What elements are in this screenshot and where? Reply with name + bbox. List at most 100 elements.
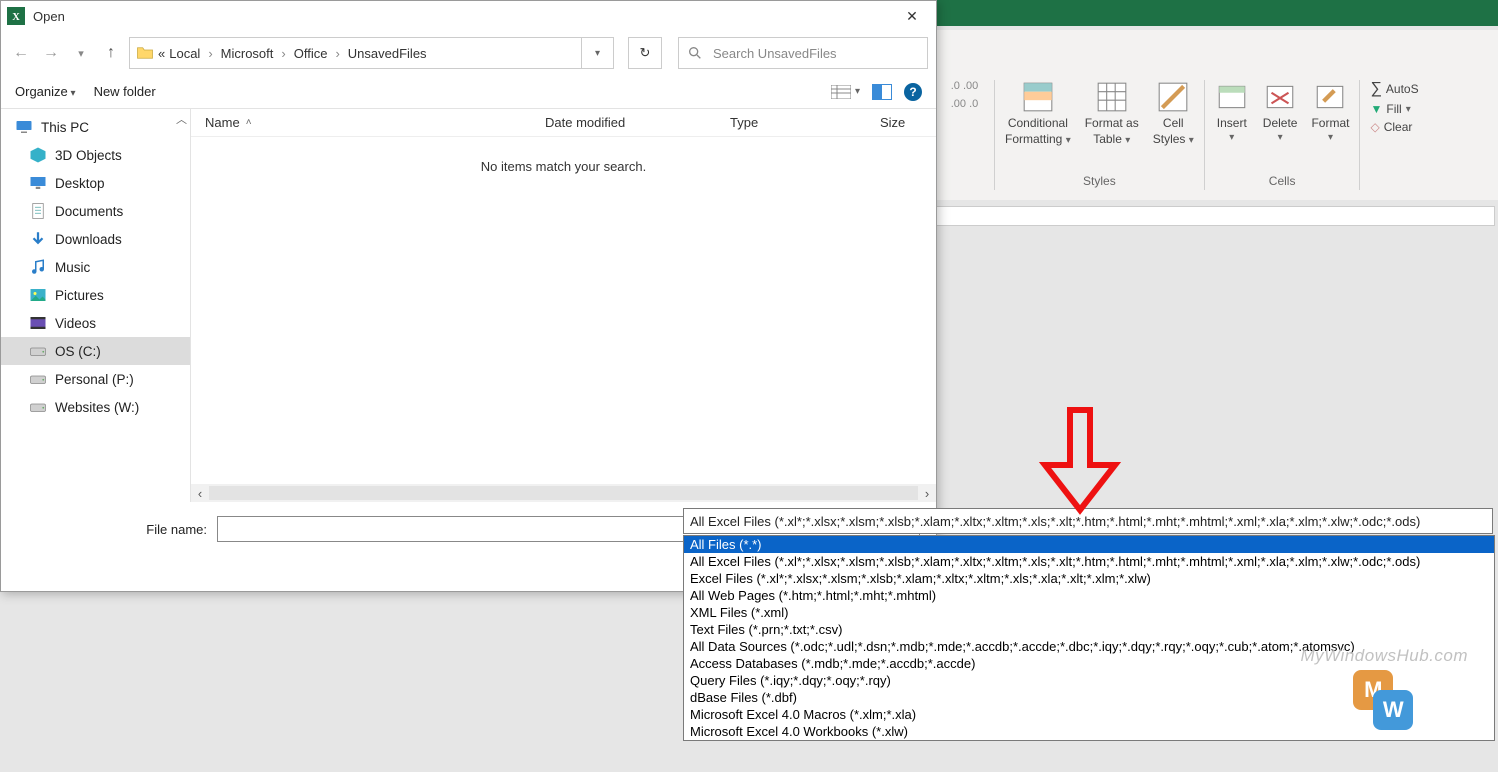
crumb-office[interactable]: Office — [294, 46, 328, 61]
watermark-logo: MW — [1353, 670, 1415, 732]
filetype-option[interactable]: Text Files (*.prn;*.txt;*.csv) — [684, 621, 1494, 638]
excel-icon: X — [7, 7, 25, 25]
nav-up-button[interactable]: ↑ — [99, 44, 123, 62]
filetype-option[interactable]: All Files (*.*) — [684, 536, 1494, 553]
crumb-microsoft[interactable]: Microsoft — [221, 46, 274, 61]
crumb-local[interactable]: Local — [169, 46, 200, 61]
conditional-formatting-button[interactable]: ConditionalFormatting ▾ — [1005, 80, 1071, 146]
chevron-right-icon: › — [277, 46, 289, 61]
tree-scroll-up[interactable]: ︿ — [176, 111, 188, 127]
fill-button[interactable]: ▼Fill ▾ — [1370, 102, 1418, 116]
crumb-unsavedfiles[interactable]: UnsavedFiles — [348, 46, 427, 61]
watermark-text: MyWindowsHub.com — [1301, 646, 1469, 666]
cube-icon — [29, 146, 47, 164]
tree-item-label: Videos — [55, 316, 96, 331]
scroll-track[interactable] — [209, 486, 918, 500]
tree-item-label: Pictures — [55, 288, 104, 303]
search-input[interactable]: Search UnsavedFiles — [678, 37, 928, 69]
horizontal-scrollbar[interactable]: ‹ › — [191, 484, 936, 502]
col-name[interactable]: Name — [205, 115, 240, 130]
tree-item-label: This PC — [41, 120, 89, 135]
breadcrumb[interactable]: « Local›Microsoft›Office›UnsavedFiles — [129, 37, 582, 69]
scroll-right-button[interactable]: › — [918, 486, 936, 501]
organize-button[interactable]: Organize — [15, 84, 76, 99]
filetype-option[interactable]: Excel Files (*.xl*;*.xlsx;*.xlsm;*.xlsb;… — [684, 570, 1494, 587]
tree-item-downloads[interactable]: Downloads — [1, 225, 190, 253]
col-type[interactable]: Type — [716, 115, 866, 130]
col-size[interactable]: Size — [866, 115, 936, 130]
tree-item-pictures[interactable]: Pictures — [1, 281, 190, 309]
tree-item-os-c-[interactable]: OS (C:) — [1, 337, 190, 365]
close-button[interactable]: ✕ — [892, 8, 932, 25]
tree-item-label: OS (C:) — [55, 344, 101, 359]
tree-item-label: Music — [55, 260, 90, 275]
tree-item-this-pc[interactable]: This PC — [1, 113, 190, 141]
tree-item-websites-w-[interactable]: Websites (W:) — [1, 393, 190, 421]
filetype-option[interactable]: XML Files (*.xml) — [684, 604, 1494, 621]
increase-decimal-icon[interactable]: .00 .0 — [951, 98, 979, 110]
drive-icon — [29, 370, 47, 388]
open-dialog: X Open ✕ ← → ▾ ↑ « Local›Microsoft›Offic… — [0, 0, 937, 592]
filetype-option[interactable]: All Web Pages (*.htm;*.html;*.mht;*.mhtm… — [684, 587, 1494, 604]
refresh-button[interactable]: ↻ — [628, 37, 662, 69]
tree-item-desktop[interactable]: Desktop — [1, 169, 190, 197]
dialog-title: Open — [33, 9, 892, 24]
tree-item-3d-objects[interactable]: 3D Objects — [1, 141, 190, 169]
excel-ribbon: .0 .00 .00 .0 ConditionalFormatting ▾ Fo… — [935, 80, 1429, 190]
search-icon — [687, 45, 703, 61]
delete-cells-button[interactable]: Delete▾ — [1263, 80, 1298, 143]
view-options-button[interactable]: ▾ — [831, 85, 860, 99]
nav-back-button[interactable]: ← — [9, 44, 33, 62]
ribbon-group-cells: Cells — [1269, 174, 1296, 190]
tree-item-music[interactable]: Music — [1, 253, 190, 281]
tree-item-documents[interactable]: Documents — [1, 197, 190, 225]
column-headers[interactable]: Name ˄ Date modified Type Size — [191, 109, 936, 137]
format-cells-button[interactable]: Format▾ — [1311, 80, 1349, 143]
doc-icon — [29, 202, 47, 220]
pic-icon — [29, 286, 47, 304]
tree-item-label: Personal (P:) — [55, 372, 134, 387]
tree-item-personal-p-[interactable]: Personal (P:) — [1, 365, 190, 393]
drive-icon — [29, 342, 47, 360]
preview-pane-button[interactable] — [872, 84, 892, 100]
chevron-right-icon: › — [204, 46, 216, 61]
format-as-table-button[interactable]: Format asTable ▾ — [1085, 80, 1139, 146]
tree-item-videos[interactable]: Videos — [1, 309, 190, 337]
filetype-combo[interactable]: All Excel Files (*.xl*;*.xlsx;*.xlsm;*.x… — [683, 508, 1493, 534]
tree-item-label: Documents — [55, 204, 123, 219]
folder-icon — [136, 44, 154, 62]
nav-tree[interactable]: ︿ This PC 3D Objects Desktop Documents Downl… — [1, 109, 191, 502]
col-date[interactable]: Date modified — [531, 115, 716, 130]
tree-item-label: Desktop — [55, 176, 105, 191]
pc-icon — [15, 118, 33, 136]
drive-icon — [29, 398, 47, 416]
recent-locations-button[interactable]: ▾ — [69, 47, 93, 60]
tree-item-label: Downloads — [55, 232, 122, 247]
help-button[interactable]: ? — [904, 83, 922, 101]
tree-item-label: Websites (W:) — [55, 400, 139, 415]
filetype-current: All Excel Files (*.xl*;*.xlsx;*.xlsm;*.x… — [690, 514, 1420, 529]
sort-indicator-icon: ˄ — [246, 117, 252, 128]
formula-bar-fragment[interactable] — [935, 206, 1495, 226]
new-folder-button[interactable]: New folder — [94, 84, 156, 99]
dialog-titlebar: X Open ✕ — [1, 1, 936, 31]
tree-item-label: 3D Objects — [55, 148, 122, 163]
svg-text:X: X — [12, 12, 20, 23]
crumb-prefix: « — [158, 46, 165, 61]
chevron-right-icon: › — [331, 46, 343, 61]
cell-styles-button[interactable]: CellStyles ▾ — [1153, 80, 1194, 146]
empty-message: No items match your search. — [191, 137, 936, 196]
insert-cells-button[interactable]: Insert▾ — [1215, 80, 1249, 143]
watermark: MyWindowsHub.com MW — [1301, 646, 1469, 732]
music-icon — [29, 258, 47, 276]
breadcrumb-dropdown[interactable]: ▾ — [582, 37, 614, 69]
view-list-icon — [831, 85, 851, 99]
scroll-left-button[interactable]: ‹ — [191, 486, 209, 501]
autosum-button[interactable]: ∑AutoS — [1370, 80, 1418, 98]
nav-forward-button[interactable]: → — [39, 44, 63, 62]
decrease-decimal-icon[interactable]: .0 .00 — [951, 80, 979, 92]
filetype-option[interactable]: All Excel Files (*.xl*;*.xlsx;*.xlsm;*.x… — [684, 553, 1494, 570]
dialog-navbar: ← → ▾ ↑ « Local›Microsoft›Office›Unsaved… — [1, 31, 936, 75]
file-list-pane: Name ˄ Date modified Type Size No items … — [191, 109, 936, 502]
clear-button[interactable]: ◇Clear — [1370, 120, 1418, 134]
